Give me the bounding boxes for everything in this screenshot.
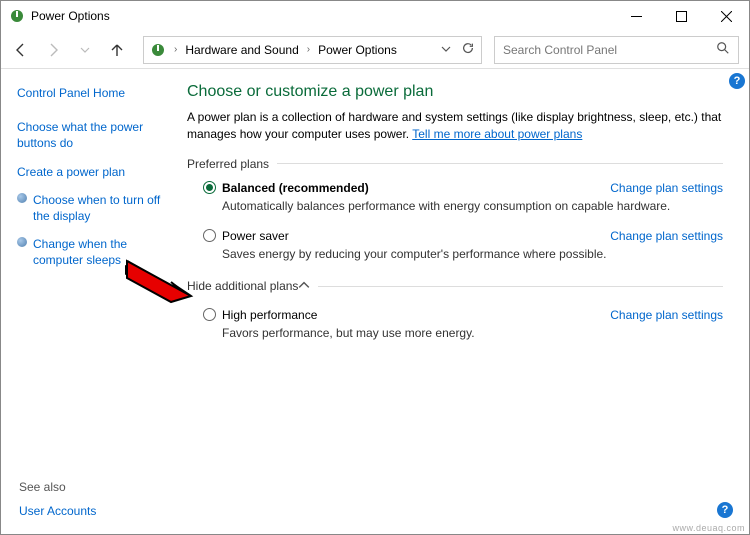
additional-plans-toggle[interactable]: Hide additional plans	[187, 279, 723, 294]
user-accounts-link[interactable]: User Accounts	[19, 504, 96, 518]
title-bar: Power Options	[1, 1, 749, 31]
help-icon[interactable]: ?	[729, 73, 745, 89]
highperf-label: High performance	[222, 308, 317, 322]
balanced-label: Balanced (recommended)	[222, 181, 369, 195]
powersaver-settings-link[interactable]: Change plan settings	[610, 229, 723, 243]
recent-dropdown[interactable]	[71, 36, 99, 64]
search-icon	[716, 41, 730, 58]
forward-button[interactable]	[39, 36, 67, 64]
maximize-button[interactable]	[659, 1, 704, 31]
chevron-down-icon[interactable]	[441, 43, 451, 57]
learn-more-link[interactable]: Tell me more about power plans	[412, 127, 582, 141]
powersaver-radio[interactable]	[203, 229, 216, 242]
search-input[interactable]: Search Control Panel	[494, 36, 739, 64]
main-panel: Choose or customize a power plan A power…	[179, 69, 749, 518]
help-icon[interactable]: ?	[717, 502, 733, 518]
close-button[interactable]	[704, 1, 749, 31]
shield-icon	[17, 193, 29, 205]
highperf-settings-link[interactable]: Change plan settings	[610, 308, 723, 322]
highperf-radio[interactable]	[203, 308, 216, 321]
control-panel-home-link[interactable]: Control Panel Home	[17, 85, 169, 101]
chevron-right-icon[interactable]: ›	[307, 44, 310, 55]
address-bar[interactable]: › Hardware and Sound › Power Options	[143, 36, 482, 64]
location-icon	[150, 42, 166, 58]
balanced-settings-link[interactable]: Change plan settings	[610, 181, 723, 195]
shield-icon	[17, 237, 29, 249]
balanced-desc: Automatically balances performance with …	[222, 199, 723, 213]
highperf-desc: Favors performance, but may use more ene…	[222, 326, 723, 340]
window-title: Power Options	[31, 9, 614, 23]
breadcrumb-hardware[interactable]: Hardware and Sound	[185, 43, 298, 57]
page-heading: Choose or customize a power plan	[187, 83, 723, 101]
balanced-radio[interactable]	[203, 181, 216, 194]
powersaver-desc: Saves energy by reducing your computer's…	[222, 247, 723, 261]
back-button[interactable]	[7, 36, 35, 64]
minimize-button[interactable]	[614, 1, 659, 31]
see-also-label: See also	[19, 480, 96, 494]
app-icon	[9, 8, 25, 24]
powersaver-label: Power saver	[222, 229, 289, 243]
sidebar-create-plan[interactable]: Create a power plan	[17, 164, 125, 180]
preferred-plans-header: Preferred plans	[187, 157, 723, 171]
toolbar: › Hardware and Sound › Power Options Sea…	[1, 31, 749, 69]
sidebar-choose-buttons[interactable]: Choose what the power buttons do	[17, 119, 169, 151]
breadcrumb-power[interactable]: Power Options	[318, 43, 397, 57]
up-button[interactable]	[103, 36, 131, 64]
annotation-arrow	[121, 256, 201, 314]
watermark: www.deuaq.com	[672, 523, 745, 533]
search-placeholder: Search Control Panel	[503, 43, 617, 57]
intro-text: A power plan is a collection of hardware…	[187, 109, 723, 143]
chevron-right-icon[interactable]: ›	[174, 44, 177, 55]
refresh-button[interactable]	[461, 41, 475, 58]
chevron-up-icon	[298, 279, 310, 294]
sidebar-turn-off-display[interactable]: Choose when to turn off the display	[33, 192, 169, 224]
